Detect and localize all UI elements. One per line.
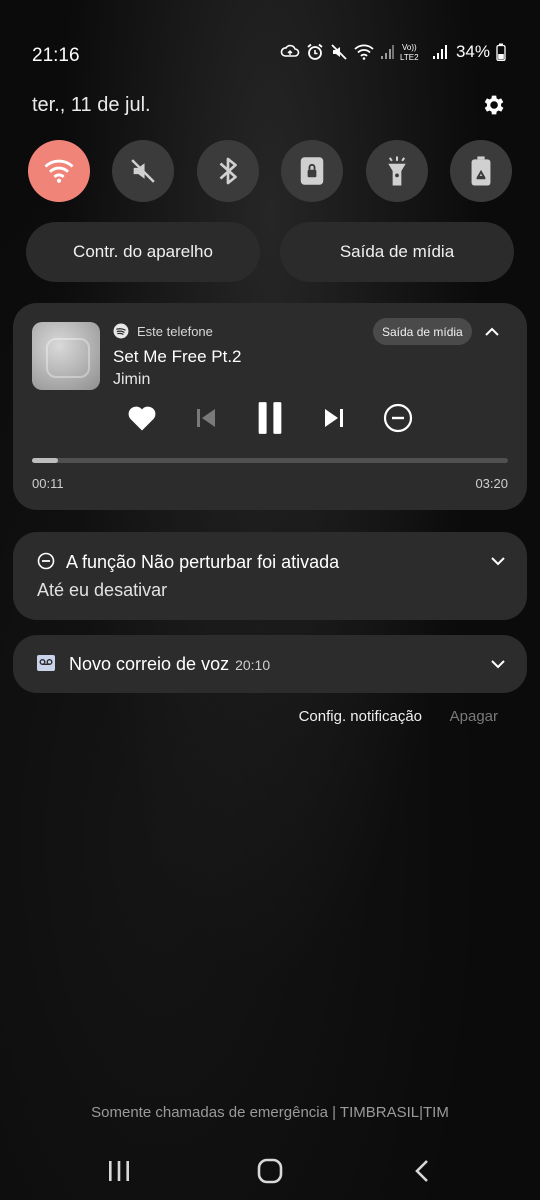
expand-button[interactable] [487,653,509,675]
voicemail-icon [37,655,55,671]
pause-button[interactable] [249,397,291,439]
voicemail-title-row: Novo correio de voz 20:10 [69,654,270,675]
media-controls [121,397,421,439]
mute-icon [131,159,156,183]
media-output-chip[interactable]: Saída de mídia [373,318,472,345]
qs-tile-rotation-lock[interactable] [281,140,344,202]
status-bar: 21:16 Vo)) LTE2 34% [0,38,540,74]
status-icons: Vo)) LTE2 34% [280,42,506,62]
voicemail-title: Novo correio de voz [69,654,230,674]
home-icon [257,1158,283,1184]
back-icon [415,1160,428,1182]
previous-button[interactable] [185,397,227,439]
voicemail-time: 20:10 [235,657,271,673]
recents-icon [109,1161,129,1181]
seek-bar[interactable] [32,458,508,463]
clear-all-button[interactable]: Apagar [450,708,498,725]
minus-circle-icon [383,403,413,433]
svg-text:LTE2: LTE2 [400,53,419,62]
media-player-card[interactable]: Este telefone Saída de mídia Set Me Free… [13,303,527,510]
elapsed-time: 00:11 [32,476,64,491]
track-title: Set Me Free Pt.2 [113,347,242,366]
recents-button[interactable] [101,1156,137,1186]
pause-icon [258,402,282,434]
date-text: ter., 11 de jul. [32,94,151,116]
signal-icon [432,45,447,59]
media-source-row: Este telefone [113,322,213,340]
cloud-sync-icon [280,44,300,57]
device-control-button[interactable]: Contr. do aparelho [26,222,260,282]
notification-actions: Config. notificação Apagar [0,706,540,730]
quick-settings [28,140,512,202]
dnd-title: A função Não perturbar foi ativada [66,552,340,572]
signal-icon [380,45,394,59]
qs-tile-bluetooth[interactable] [196,140,259,202]
dnd-subtitle: Até eu desativar [37,580,168,600]
heart-icon [128,406,156,431]
next-button[interactable] [313,397,355,439]
expand-button[interactable] [487,550,509,572]
carrier-label: Somente chamadas de emergência | TIMBRAS… [91,1104,449,1121]
bluetooth-icon [219,157,237,185]
qs-tile-flashlight[interactable] [365,140,428,202]
volte-icon: Vo))LTE2 [400,43,419,62]
flashlight-icon [387,156,406,186]
media-output-button[interactable]: Saída de mídia [280,222,514,282]
svg-text:Vo)): Vo)) [402,43,417,52]
header-row: ter., 11 de jul. [32,94,508,122]
back-button[interactable] [404,1156,440,1186]
wifi-icon [354,44,374,60]
seek-bar-fill [32,458,59,463]
media-source-label: Este telefone [137,323,213,339]
skip-previous-icon [197,409,215,427]
gear-icon [484,95,504,115]
qs-tile-wifi[interactable] [28,140,90,202]
chevron-up-icon [485,327,499,336]
voicemail-notification[interactable]: Novo correio de voz 20:10 [13,635,527,693]
status-clock: 21:16 [32,45,80,66]
skip-next-icon [325,409,343,427]
battery-percentage: 34% [455,42,490,61]
like-button[interactable] [121,397,163,439]
do-not-disturb-icon [37,552,55,570]
dnd-notification[interactable]: A função Não perturbar foi ativada Até e… [13,532,527,620]
quick-panel-buttons: Contr. do aparelho Saída de mídia [26,222,514,282]
alarm-icon [307,43,323,60]
qs-tile-power-saving[interactable] [449,140,512,202]
notification-settings-button[interactable]: Config. notificação [299,708,422,725]
collapse-button[interactable] [481,321,503,343]
track-artist: Jimin [113,371,151,388]
total-time: 03:20 [475,476,508,491]
navigation-bar [0,1146,540,1200]
battery-icon [496,43,506,61]
chevron-down-icon [491,660,505,669]
chevron-down-icon [491,557,505,566]
lock-icon [300,157,324,185]
home-button[interactable] [252,1156,288,1186]
wifi-icon [44,159,74,183]
album-art [32,322,100,390]
qs-tile-sound[interactable] [112,140,175,202]
battery-recycle-icon [471,156,491,186]
remove-button[interactable] [377,397,419,439]
mute-icon [331,44,347,60]
settings-button[interactable] [480,92,508,120]
spotify-icon [113,323,129,339]
